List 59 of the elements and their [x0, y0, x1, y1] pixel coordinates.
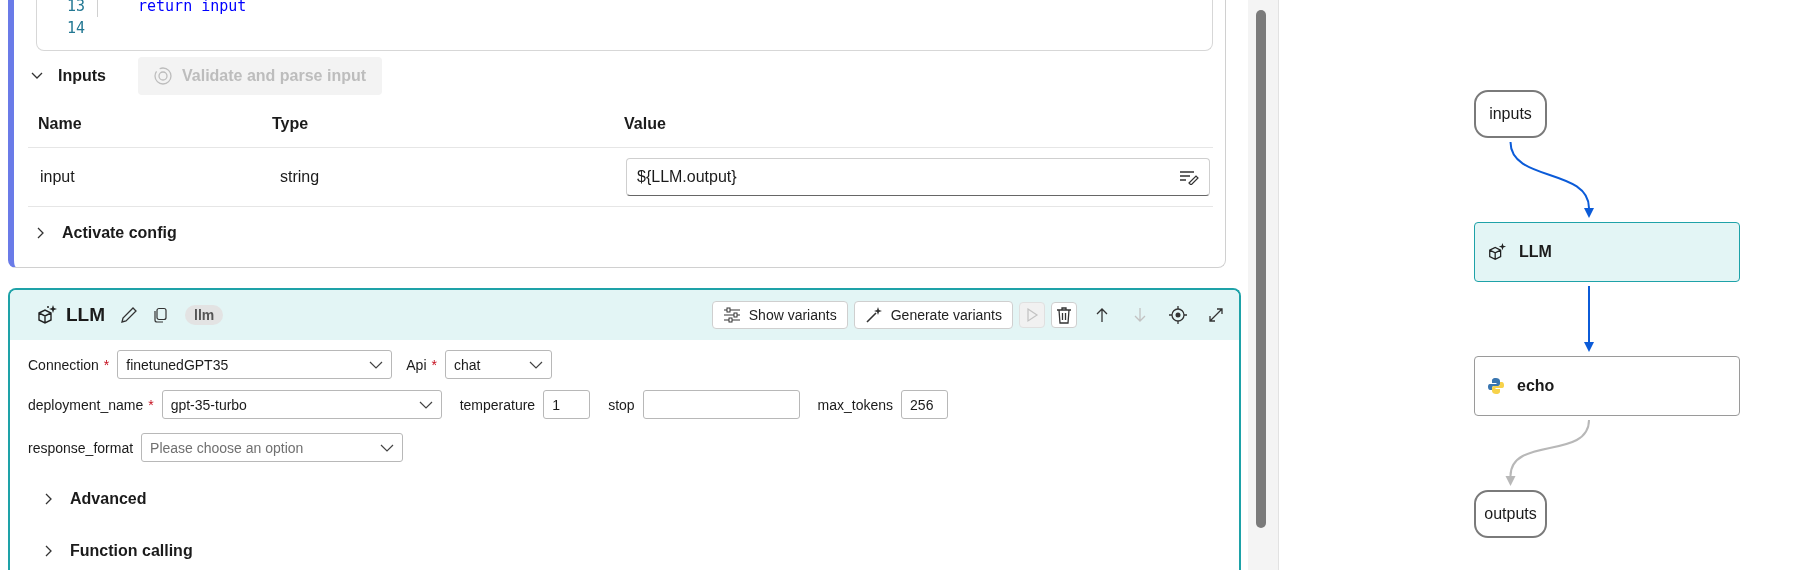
- dropdown[interactable]: Please choose an option: [141, 433, 404, 462]
- value-field[interactable]: ${LLM.output}: [626, 158, 1210, 196]
- sliders-icon: [722, 307, 741, 323]
- field-label: max_tokens: [817, 396, 894, 413]
- section-title: Advanced: [70, 490, 147, 508]
- field-label: temperature: [459, 396, 536, 413]
- input-field[interactable]: 1: [543, 390, 591, 419]
- delete-button[interactable]: [1051, 302, 1077, 328]
- chevron-down-icon: [369, 359, 384, 370]
- column-header: Type: [272, 115, 310, 133]
- section-title: Activate config: [62, 224, 177, 242]
- chevron-down-icon: [380, 442, 395, 453]
- flow-node[interactable]: inputs: [1474, 90, 1547, 138]
- generate-variants-button[interactable]: Generate variants: [853, 301, 1013, 329]
- dropdown[interactable]: finetunedGPT35: [117, 350, 393, 379]
- dropdown[interactable]: chat: [444, 350, 552, 379]
- code-editor[interactable]: 13 return input 14: [36, 0, 1213, 51]
- type-badge: llm: [185, 305, 224, 325]
- magic-wand-icon: [864, 306, 883, 324]
- scrollbar-thumb[interactable]: [1256, 10, 1266, 528]
- input-field[interactable]: 256: [901, 390, 949, 419]
- code-line: return input: [138, 0, 247, 15]
- input-field[interactable]: [642, 390, 800, 419]
- refresh-icon: [152, 65, 174, 87]
- arrow-down-icon: [1133, 307, 1147, 323]
- flow-node[interactable]: echo: [1474, 356, 1740, 416]
- column-header: Value: [624, 115, 666, 133]
- node-title: LLM: [66, 304, 106, 326]
- target-icon: [1169, 306, 1187, 324]
- section-title: Inputs: [58, 67, 106, 85]
- field-label: response_format: [28, 439, 134, 456]
- field-label: deployment_name: [28, 396, 144, 413]
- trash-icon: [1056, 306, 1072, 324]
- cube-sparkle-icon: [1487, 242, 1507, 262]
- play-icon: [1024, 307, 1040, 323]
- field-label: Connection: [28, 356, 99, 373]
- copy-icon[interactable]: [153, 307, 170, 323]
- expand-icon: [1208, 307, 1224, 323]
- field-label: stop: [608, 396, 635, 413]
- edit-icon[interactable]: [1179, 169, 1199, 185]
- python-icon: [1487, 377, 1505, 395]
- arrow-up-icon: [1095, 307, 1109, 323]
- required-asterisk: *: [431, 356, 437, 373]
- chevron-down-icon: [418, 399, 433, 410]
- table-cell-text: input: [39, 168, 76, 186]
- show-variants-button[interactable]: Show variants: [711, 301, 848, 329]
- flow-node[interactable]: LLM: [1474, 222, 1740, 282]
- flow-node[interactable]: outputs: [1474, 490, 1547, 538]
- section-title: Function calling: [70, 542, 193, 560]
- column-header: Name: [37, 115, 83, 133]
- required-asterisk: *: [148, 396, 154, 413]
- dropdown[interactable]: gpt-35-turbo: [161, 390, 442, 419]
- chevron-down-icon: [528, 359, 543, 370]
- line-number: 13: [65, 0, 86, 15]
- required-asterisk: *: [103, 356, 110, 373]
- table-cell-text: string: [279, 168, 321, 186]
- field-label: Api: [406, 356, 427, 373]
- line-number: 14: [65, 19, 86, 37]
- cube-sparkle-icon: [36, 304, 58, 326]
